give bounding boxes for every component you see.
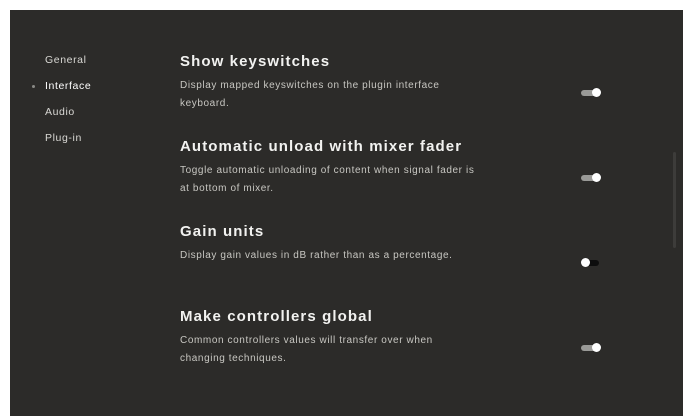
interface-settings-list: Show keyswitches Display mapped keyswitc…	[180, 52, 640, 392]
show-keyswitches-toggle[interactable]	[581, 88, 601, 98]
setting-description: Toggle automatic unloading of content wh…	[180, 165, 475, 194]
global-controllers-toggle[interactable]	[581, 343, 601, 353]
setting-title: Gain units	[180, 223, 265, 240]
preferences-window: General Interface Audio Plug-in Show key…	[10, 10, 683, 416]
preferences-sidebar: General Interface Audio Plug-in	[10, 50, 160, 154]
sidebar-item-label: Interface	[45, 80, 92, 92]
sidebar-item-interface[interactable]: Interface	[10, 76, 160, 96]
toggle-knob	[592, 343, 601, 352]
sidebar-item-label: General	[45, 54, 87, 66]
sidebar-item-general[interactable]: General	[10, 50, 160, 70]
setting-title: Show keyswitches	[180, 53, 331, 70]
setting-title: Make controllers global	[180, 308, 373, 325]
setting-global-controllers: Make controllers global Common controlle…	[180, 307, 640, 392]
setting-automatic-unload: Automatic unload with mixer fader Toggle…	[180, 137, 640, 222]
toggle-knob	[581, 258, 590, 267]
gain-units-toggle[interactable]	[581, 258, 601, 268]
setting-description: Display gain values in dB rather than as…	[180, 250, 453, 261]
settings-scrollbar[interactable]	[673, 152, 676, 248]
setting-description: Display mapped keyswitches on the plugin…	[180, 80, 440, 109]
setting-gain-units: Gain units Display gain values in dB rat…	[180, 222, 640, 307]
automatic-unload-toggle[interactable]	[581, 173, 601, 183]
setting-description: Common controllers values will transfer …	[180, 335, 433, 364]
setting-show-keyswitches: Show keyswitches Display mapped keyswitc…	[180, 52, 640, 137]
toggle-knob	[592, 173, 601, 182]
sidebar-item-label: Plug-in	[45, 132, 82, 144]
setting-title: Automatic unload with mixer fader	[180, 138, 463, 155]
sidebar-item-plugin[interactable]: Plug-in	[10, 128, 160, 148]
sidebar-item-label: Audio	[45, 106, 75, 118]
sidebar-item-audio[interactable]: Audio	[10, 102, 160, 122]
toggle-knob	[592, 88, 601, 97]
active-indicator-icon	[32, 85, 35, 88]
